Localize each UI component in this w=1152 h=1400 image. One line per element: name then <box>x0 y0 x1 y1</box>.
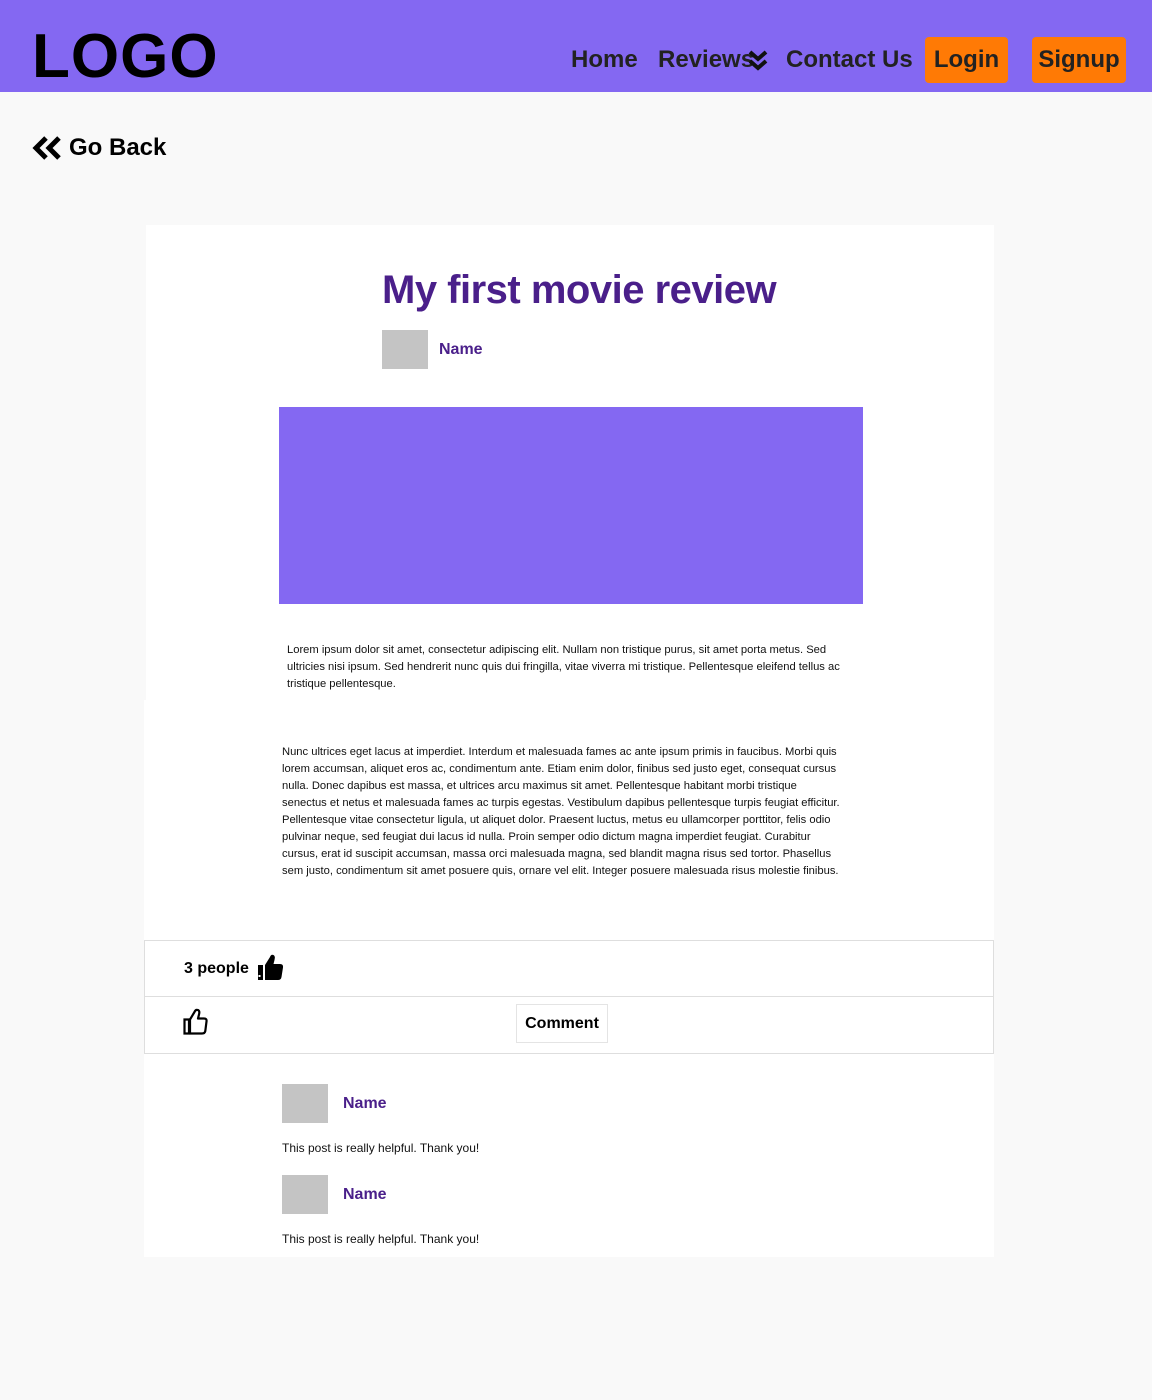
logo[interactable]: LOGO <box>32 26 219 88</box>
login-button[interactable]: Login <box>925 37 1008 83</box>
post-body-paragraph: Nunc ultrices eget lacus at imperdiet. I… <box>282 746 840 877</box>
commenter-avatar <box>282 1084 328 1123</box>
comment-button[interactable]: Comment <box>516 1004 608 1043</box>
commenter-name[interactable]: Name <box>343 1095 387 1113</box>
double-chevron-left-icon <box>32 136 61 160</box>
author-avatar <box>382 330 428 369</box>
thumbs-up-filled-icon <box>258 954 284 980</box>
author-name[interactable]: Name <box>439 341 483 359</box>
post-hero-image <box>279 407 863 604</box>
go-back-link[interactable]: Go Back <box>32 133 166 163</box>
commenter-avatar <box>282 1175 328 1214</box>
post-title: My first movie review <box>382 268 777 312</box>
thumbs-up-outline-icon[interactable] <box>183 1008 208 1035</box>
commenter-name[interactable]: Name <box>343 1186 387 1204</box>
likes-count: 3 people <box>184 960 249 977</box>
nav-reviews-link[interactable]: Reviews <box>658 44 754 76</box>
comment-text: This post is really helpful. Thank you! <box>282 1141 480 1155</box>
nav-home-link[interactable]: Home <box>571 44 638 76</box>
comment-text: This post is really helpful. Thank you! <box>282 1232 480 1246</box>
go-back-label: Go Back <box>69 134 167 161</box>
signup-button[interactable]: Signup <box>1032 37 1126 83</box>
post-intro-paragraph: Lorem ipsum dolor sit amet, consectetur … <box>287 644 840 690</box>
double-chevron-down-icon[interactable] <box>748 50 768 72</box>
nav-contact-link[interactable]: Contact Us <box>786 44 913 76</box>
